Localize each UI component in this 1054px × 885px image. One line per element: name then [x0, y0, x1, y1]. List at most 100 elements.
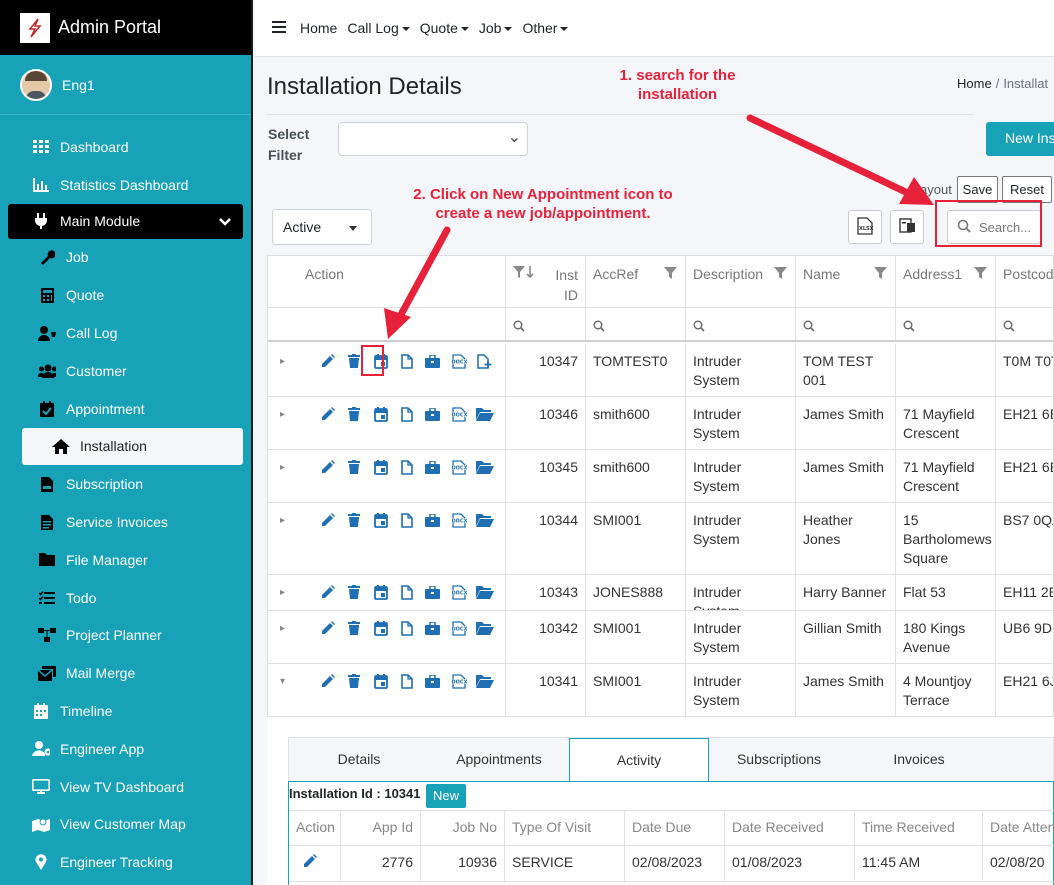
filter-cell-postcode[interactable] — [996, 308, 1053, 340]
sidebar-item-engineer-app[interactable]: Engineer App — [8, 730, 243, 768]
new-appointment-icon[interactable] — [368, 619, 394, 637]
sidebar-item-dashboard[interactable]: Dashboard — [8, 128, 243, 166]
sidebar-item-engineer-tracking[interactable]: Engineer Tracking — [8, 843, 243, 881]
new-appointment-icon[interactable] — [368, 458, 394, 476]
delete-icon[interactable] — [341, 619, 367, 637]
filter-icon[interactable] — [664, 265, 677, 284]
tab-invoices[interactable]: Invoices — [849, 738, 989, 781]
column-header-accref[interactable]: AccRef — [586, 256, 686, 307]
edit-icon[interactable] — [303, 854, 317, 871]
table-row[interactable]: ▸ DOCX 10342 SMI001 Intruder System Gillian S… — [268, 611, 1053, 664]
filter-icon[interactable] — [874, 265, 887, 284]
briefcase-icon[interactable] — [420, 672, 446, 690]
document-icon[interactable] — [394, 405, 420, 423]
collapse-row-icon[interactable]: ▾ — [280, 672, 299, 691]
export-excel-button[interactable]: XLSX — [848, 210, 882, 244]
edit-icon[interactable] — [315, 672, 341, 690]
edit-icon[interactable] — [315, 352, 341, 370]
sidebar-item-mail-merge[interactable]: Mail Merge — [8, 654, 243, 692]
nav-other-dropdown[interactable]: Other — [522, 20, 568, 36]
nav-job-dropdown[interactable]: Job — [479, 20, 513, 36]
edit-icon[interactable] — [315, 619, 341, 637]
filter-select[interactable] — [338, 122, 528, 156]
docx-icon[interactable]: DOCX — [446, 619, 472, 637]
sidebar-item-subscription[interactable]: Subscription — [8, 465, 243, 503]
new-appointment-icon[interactable] — [368, 511, 394, 529]
expand-row-icon[interactable]: ▸ — [280, 619, 299, 638]
nav-quote-dropdown[interactable]: Quote — [420, 20, 469, 36]
docx-icon[interactable]: DOCX — [446, 672, 472, 690]
column-header-time-received[interactable]: Time Received — [855, 811, 983, 845]
sidebar-item-file-manager[interactable]: File Manager — [8, 541, 243, 579]
briefcase-icon[interactable] — [420, 583, 446, 601]
new-appointment-icon[interactable] — [368, 583, 394, 601]
column-header-address1[interactable]: Address1 — [896, 256, 996, 307]
sidebar-item-todo[interactable]: Todo — [8, 579, 243, 617]
folder-open-icon[interactable] — [472, 458, 498, 476]
filter-icon[interactable] — [513, 265, 535, 284]
user-panel[interactable]: Eng1 — [0, 55, 251, 115]
sidebar-item-appointment[interactable]: Appointment — [8, 390, 243, 428]
column-header-job-no[interactable]: Job No — [421, 811, 505, 845]
document-icon[interactable] — [394, 511, 420, 529]
filter-cell-name[interactable] — [796, 308, 896, 340]
document-icon[interactable] — [394, 458, 420, 476]
column-header-date-received[interactable]: Date Received — [725, 811, 855, 845]
new-activity-button[interactable]: New — [426, 784, 466, 808]
sidebar-item-call-log[interactable]: Call Log — [8, 314, 243, 352]
column-header-postcode[interactable]: Postcode — [996, 256, 1053, 307]
sidebar-item-main-module[interactable]: Main Module — [8, 203, 243, 239]
docx-icon[interactable]: DOCX — [446, 352, 472, 370]
column-chooser-button[interactable] — [890, 210, 924, 244]
tab-activity[interactable]: Activity — [569, 738, 709, 782]
filter-cell-description[interactable] — [686, 308, 796, 340]
folder-open-icon[interactable] — [472, 619, 498, 637]
document-icon[interactable] — [394, 619, 420, 637]
column-header-date-attended[interactable]: Date Atten — [983, 811, 1054, 845]
sidebar-item-timeline[interactable]: Timeline — [8, 692, 243, 730]
save-layout-button[interactable]: Save — [957, 176, 998, 203]
folder-open-icon[interactable] — [472, 583, 498, 601]
tab-subscriptions[interactable]: Subscriptions — [709, 738, 849, 781]
table-row[interactable]: ▸ DOCX 10343JONES888Intruder SystemHarry B… — [268, 575, 1053, 611]
briefcase-icon[interactable] — [420, 405, 446, 423]
briefcase-icon[interactable] — [420, 352, 446, 370]
briefcase-icon[interactable] — [420, 511, 446, 529]
column-header-name[interactable]: Name — [796, 256, 896, 307]
sidebar-item-job[interactable]: Job — [8, 239, 243, 277]
filter-icon[interactable] — [774, 265, 787, 284]
column-header-date-due[interactable]: Date Due — [625, 811, 725, 845]
new-installation-button[interactable]: New Inst — [986, 122, 1054, 156]
delete-icon[interactable] — [341, 405, 367, 423]
nav-call-log-dropdown[interactable]: Call Log — [347, 20, 409, 36]
new-appointment-icon[interactable] — [368, 405, 394, 423]
hamburger-icon[interactable] — [272, 20, 288, 36]
status-select[interactable]: Active — [272, 209, 372, 245]
document-icon[interactable] — [394, 352, 420, 370]
sidebar-item-quote[interactable]: Quote — [8, 276, 243, 314]
new-appointment-icon[interactable] — [368, 672, 394, 690]
docx-icon[interactable]: DOCX — [446, 583, 472, 601]
sidebar-item-statistics-dashboard[interactable]: Statistics Dashboard — [8, 166, 243, 204]
expand-row-icon[interactable]: ▸ — [280, 352, 299, 371]
column-header-app-id[interactable]: App Id — [341, 811, 421, 845]
sidebar-item-view-customer-map[interactable]: View Customer Map — [8, 806, 243, 844]
folder-open-icon[interactable] — [472, 511, 498, 529]
document-icon[interactable] — [394, 672, 420, 690]
table-row[interactable]: ▸ DOCX 10347 TOMTEST0 Intruder System TOM TES… — [268, 344, 1053, 397]
sidebar-item-project-planner[interactable]: Project Planner — [8, 617, 243, 655]
docx-icon[interactable]: DOCX — [446, 511, 472, 529]
table-row[interactable]: ▸ DOCX 10345 smith600 Intruder System James S… — [268, 450, 1053, 503]
delete-icon[interactable] — [341, 672, 367, 690]
edit-icon[interactable] — [315, 458, 341, 476]
edit-icon[interactable] — [315, 511, 341, 529]
filter-cell-accref[interactable] — [586, 308, 686, 340]
filter-cell-address1[interactable] — [896, 308, 996, 340]
column-header-type-of-visit[interactable]: Type Of Visit — [505, 811, 625, 845]
briefcase-icon[interactable] — [420, 619, 446, 637]
breadcrumb-home[interactable]: Home — [957, 76, 992, 91]
expand-row-icon[interactable]: ▸ — [280, 405, 299, 424]
folder-open-icon[interactable] — [472, 405, 498, 423]
reset-layout-button[interactable]: Reset — [1002, 176, 1052, 203]
expand-row-icon[interactable]: ▸ — [280, 458, 299, 477]
